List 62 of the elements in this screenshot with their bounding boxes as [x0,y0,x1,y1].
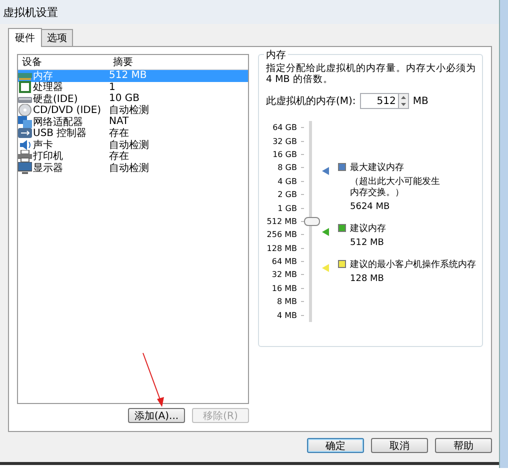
column-header[interactable]: 设备 [18,55,113,69]
scale-label: 256 MB [266,230,297,240]
device-row[interactable]: 网络适配器 NAT [18,116,248,128]
memory-description: 指定分配给此虚拟机的内存量。内存大小必须为 4 MB 的倍数。 [266,63,477,85]
device-summary: 10 GB [109,93,141,104]
device-name: CD/DVD (IDE) [33,104,102,116]
cancel-button[interactable]: 取消 [371,438,428,453]
device-name: USB 控制器 [33,126,87,140]
legend-title: 建议内存 [350,222,387,235]
window-title: 虚拟机设置 [0,0,500,24]
device-row[interactable]: CD/DVD (IDE) 自动检测 [18,104,248,116]
tab[interactable]: 硬件 [8,28,42,47]
scale-label: 32 MB [272,270,297,280]
device-summary: 自动检测 [109,162,150,175]
device-row[interactable]: 声卡 自动检测 [18,139,248,150]
scale-label: 8 GB [278,163,297,172]
scale-label: 64 MB [272,257,297,266]
device-summary: NAT [109,116,130,128]
legend-value: 5624 MB [350,202,391,212]
device-summary: 自动检测 [109,138,150,151]
add-button[interactable]: 添加(A)... [128,408,185,423]
device-name: 打印机 [33,150,63,163]
device-row[interactable]: 显示器 自动检测 [18,162,248,174]
device-summary: 512 MB [109,70,148,82]
help-button[interactable]: 帮助 [435,438,492,453]
device-row[interactable]: 打印机 存在 [18,150,248,162]
device-row[interactable]: 处理器 1 [18,82,248,93]
scale-label: 1 GB [278,204,297,213]
group-title: 内存 [264,48,288,62]
device-name: 声卡 [33,138,53,151]
scale-label: 128 MB [266,244,297,253]
legend-value: 512 MB [350,238,385,248]
legend-value: 128 MB [350,274,385,284]
device-name: 硬盘(IDE) [33,92,78,105]
device-row[interactable]: USB 控制器 存在 [18,128,248,139]
unit-label: MB [412,96,428,106]
scale-label: 4 MB [276,310,297,320]
scale-label: 16 MB [272,284,297,293]
legend-note: （超出此大小可能发生内存交换。） [350,177,440,199]
scale-label: 2 GB [278,190,297,200]
scale-label: 8 MB [276,297,297,306]
device-summary: 存在 [109,150,129,163]
scale-label: 64 GB [272,123,297,132]
device-summary: 1 [109,82,116,93]
field-label: 此虚拟机的内存(M): [266,94,356,108]
legend-title: 建议的最小客户机操作系统内存 [350,258,477,271]
device-name: 内存 [33,70,53,82]
scale-label: 512 MB [266,216,297,226]
device-summary: 自动检测 [109,104,150,116]
scale-label: 4 GB [278,176,297,186]
legend-title: 最大建议内存 [350,162,405,174]
device-name: 处理器 [33,80,63,94]
ok-button[interactable]: 确定 [307,438,364,453]
memory-field[interactable]: 512 [360,93,398,109]
device-summary: 存在 [109,127,129,140]
scale-label: 32 GB [272,136,297,146]
scale-label: 16 GB [272,150,297,159]
device-name: 显示器 [33,162,63,175]
device-row[interactable]: 硬盘(IDE) 10 GB [18,93,248,104]
device-name: 网络适配器 [33,116,83,128]
column-header[interactable]: 摘要 [113,55,248,69]
tab[interactable]: 选项 [41,29,73,46]
